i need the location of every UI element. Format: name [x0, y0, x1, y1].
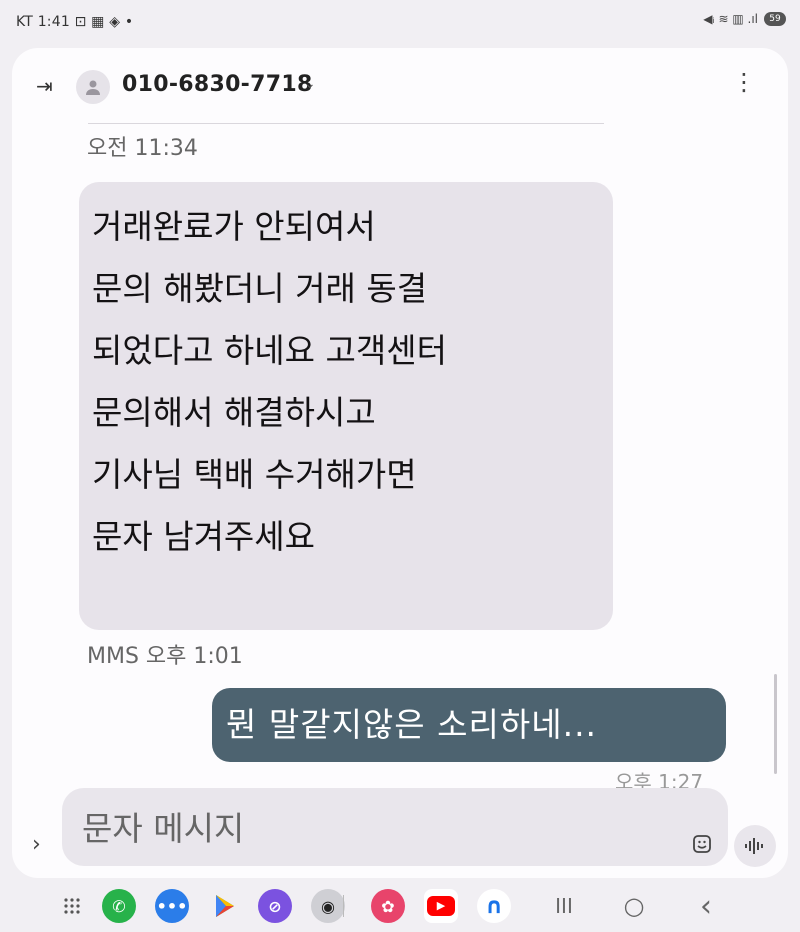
sticker-icon[interactable]: [692, 834, 712, 858]
recents-button[interactable]: III: [546, 888, 582, 924]
back-button[interactable]: ‹: [688, 888, 724, 924]
conversation-panel: ⇥ 010-6830-7718 ⌄ ⋮ 오전 11:34 거래완료가 안되여서 …: [12, 48, 788, 878]
contact-number[interactable]: 010-6830-7718: [122, 72, 313, 97]
signal-icons: ◀ᵢ ≋ ▥ .ıl: [703, 12, 758, 26]
divider: [88, 123, 604, 124]
arrow-to-right-icon[interactable]: ⇥: [36, 74, 53, 98]
message-line: 기사님 택배 수거해가면: [92, 455, 417, 494]
expand-icon[interactable]: ›: [32, 832, 41, 857]
status-right: ◀ᵢ ≋ ▥ .ıl 59: [703, 12, 786, 26]
youtube-app-icon[interactable]: ▶: [423, 888, 459, 924]
person-icon: [86, 80, 100, 95]
mms-timestamp: MMS 오후 1:01: [87, 644, 243, 669]
more-options-icon[interactable]: ⋮: [732, 70, 756, 94]
message-input-container: [62, 788, 728, 868]
navigation-bar: ✆ ••• ⊘ ◉ ✿ ▶ ∩ III ○ ‹: [0, 880, 800, 932]
sent-message-bubble[interactable]: 뭔 말같지않은 소리하네...: [212, 688, 726, 762]
scrollbar[interactable]: [774, 674, 777, 774]
received-timestamp: 오전 11:34: [87, 136, 198, 161]
voice-input-icon[interactable]: [734, 825, 776, 867]
status-bar: KT 1:41 ⊡ ▦ ◈ • ◀ᵢ ≋ ▥ .ıl 59: [0, 0, 800, 44]
smartthings-app-icon[interactable]: ∩: [476, 888, 512, 924]
conversation-header: ⇥ 010-6830-7718 ⌄ ⋮: [12, 48, 788, 126]
home-button[interactable]: ○: [616, 888, 652, 924]
chevron-down-icon[interactable]: ⌄: [304, 76, 316, 92]
avatar[interactable]: [76, 70, 110, 104]
message-line: 문자 남겨주세요: [92, 517, 316, 556]
battery-icon: 59: [764, 12, 786, 26]
gallery-app-icon[interactable]: ✿: [370, 888, 406, 924]
dock-divider: [338, 888, 348, 924]
message-input[interactable]: [80, 788, 644, 868]
play-store-icon[interactable]: [207, 888, 243, 924]
phone-app-icon[interactable]: ✆: [101, 888, 137, 924]
messages-app-icon[interactable]: •••: [154, 888, 190, 924]
internet-app-icon[interactable]: ⊘: [257, 888, 293, 924]
received-message-bubble[interactable]: 거래완료가 안되여서 문의 해봤더니 거래 동결 되었다고 하네요 고객센터 문…: [79, 182, 613, 630]
message-line: 문의해서 해결하시고: [92, 393, 376, 432]
status-left: KT 1:41 ⊡ ▦ ◈ •: [16, 14, 134, 30]
message-line: 거래완료가 안되여서: [92, 207, 376, 246]
message-line: 되었다고 하네요 고객센터: [92, 331, 447, 370]
message-line: 문의 해봤더니 거래 동결: [92, 269, 428, 308]
app-drawer-icon[interactable]: [54, 888, 90, 924]
